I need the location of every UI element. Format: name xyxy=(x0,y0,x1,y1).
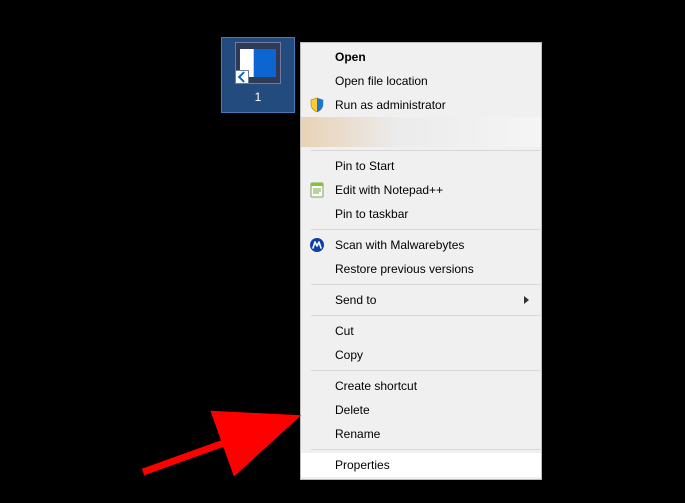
menu-item-label: Copy xyxy=(335,348,363,362)
menu-item-label: Pin to taskbar xyxy=(335,207,408,221)
menu-item-label: Scan with Malwarebytes xyxy=(335,238,464,252)
desktop-icon-label: 1 xyxy=(255,90,262,104)
menu-item-label: Rename xyxy=(335,427,380,441)
menu-item-label: Pin to Start xyxy=(335,159,394,173)
menu-item-label: Properties xyxy=(335,458,390,472)
menu-item-obscured-item[interactable] xyxy=(301,117,541,147)
menu-item-cut[interactable]: Cut xyxy=(301,319,541,343)
menu-item-open[interactable]: Open xyxy=(301,45,541,69)
menu-item-create-shortcut[interactable]: Create shortcut xyxy=(301,374,541,398)
menu-item-pin-to-taskbar[interactable]: Pin to taskbar xyxy=(301,202,541,226)
menu-item-label: Delete xyxy=(335,403,370,417)
menu-item-label: Open file location xyxy=(335,74,428,88)
menu-item-properties[interactable]: Properties xyxy=(301,453,541,477)
menu-item-label: Cut xyxy=(335,324,354,338)
menu-separator xyxy=(311,449,540,450)
menu-item-run-as-admin[interactable]: Run as administrator xyxy=(301,93,541,117)
menu-item-label: Open xyxy=(335,50,366,64)
context-menu: Open Open file location Run as administrat… xyxy=(300,42,542,480)
menu-item-restore-versions[interactable]: Restore previous versions xyxy=(301,257,541,281)
menu-item-copy[interactable]: Copy xyxy=(301,343,541,367)
menu-item-label: Edit with Notepad++ xyxy=(335,183,443,197)
menu-item-open-file-location[interactable]: Open file location xyxy=(301,69,541,93)
notepad-icon xyxy=(309,182,325,198)
shortcut-overlay-icon xyxy=(235,70,249,84)
menu-separator xyxy=(311,284,540,285)
chevron-right-icon xyxy=(524,296,529,304)
malwarebytes-icon xyxy=(309,237,325,253)
menu-item-send-to[interactable]: Send to xyxy=(301,288,541,312)
menu-item-rename[interactable]: Rename xyxy=(301,422,541,446)
menu-item-label: Restore previous versions xyxy=(335,262,474,276)
menu-separator xyxy=(311,370,540,371)
menu-separator xyxy=(311,229,540,230)
shield-icon xyxy=(309,97,325,113)
menu-item-label: Run as administrator xyxy=(335,98,446,112)
menu-separator xyxy=(311,315,540,316)
annotation-arrow-icon xyxy=(138,402,308,482)
desktop-shortcut[interactable]: 1 xyxy=(221,37,295,113)
menu-item-pin-to-start[interactable]: Pin to Start xyxy=(301,154,541,178)
shortcut-thumbnail-icon xyxy=(235,42,281,84)
menu-item-edit-notepadpp[interactable]: Edit with Notepad++ xyxy=(301,178,541,202)
menu-item-label: Create shortcut xyxy=(335,379,417,393)
menu-item-label: Send to xyxy=(335,293,376,307)
menu-item-delete[interactable]: Delete xyxy=(301,398,541,422)
menu-separator xyxy=(311,150,540,151)
menu-item-scan-malwarebytes[interactable]: Scan with Malwarebytes xyxy=(301,233,541,257)
